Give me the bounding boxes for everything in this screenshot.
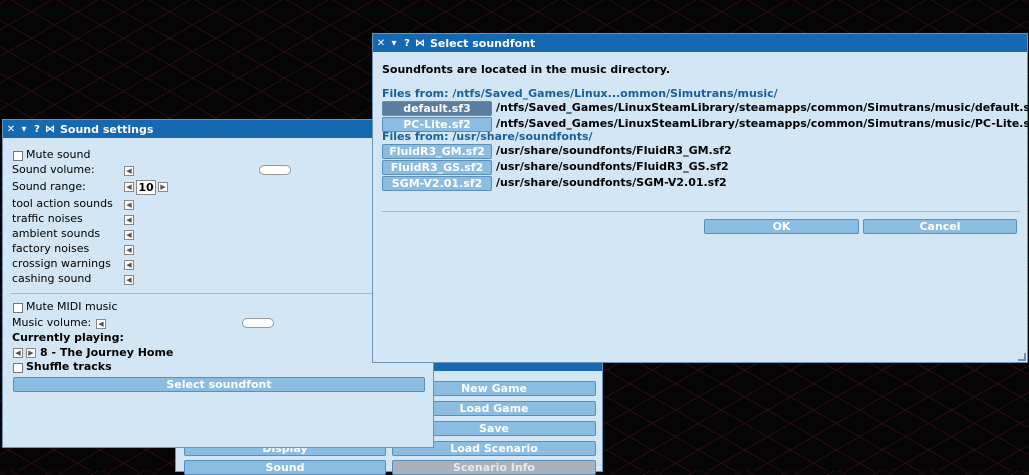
sound-volume-slider[interactable] xyxy=(259,165,291,175)
sound-button[interactable]: Sound xyxy=(184,460,386,475)
sound-range-decrease-icon[interactable]: ◀ xyxy=(124,182,134,192)
category-volume-icon[interactable]: ◀ xyxy=(124,230,134,240)
category-label: ambient sounds xyxy=(12,227,101,240)
minimize-icon[interactable]: ▾ xyxy=(388,36,400,50)
pin-icon[interactable]: ⋈ xyxy=(44,122,56,136)
help-icon[interactable]: ? xyxy=(31,122,43,136)
category-volume-icon[interactable]: ◀ xyxy=(124,245,134,255)
close-icon[interactable]: ✕ xyxy=(5,122,17,136)
sound-settings-window: ✕ ▾ ? ⋈ Sound settings Mute sound Sound … xyxy=(2,119,434,448)
category-label: crossign warnings xyxy=(12,257,111,270)
soundfont-path: /usr/share/soundfonts/FluidR3_GS.sf2 xyxy=(496,160,729,173)
category-label: tool action sounds xyxy=(12,197,113,210)
category-label: factory noises xyxy=(12,242,90,255)
sound-range-label: Sound range: xyxy=(12,180,86,193)
mute-midi-checkbox[interactable] xyxy=(13,303,23,313)
sound-volume-label: Sound volume: xyxy=(12,163,95,176)
window-title: Sound settings xyxy=(60,122,154,136)
currently-playing-label: Currently playing: xyxy=(12,331,124,344)
group-header: Files from: /ntfs/Saved_Games/Linux...om… xyxy=(382,87,778,100)
category-volume-icon[interactable]: ◀ xyxy=(124,260,134,270)
category-label: cashing sound xyxy=(12,272,92,285)
soundfont-path: /usr/share/soundfonts/SGM-V2.01.sf2 xyxy=(496,176,727,189)
soundfont-path: /ntfs/Saved_Games/LinuxSteamLibrary/stea… xyxy=(496,101,1029,114)
mute-sound-label: Mute sound xyxy=(26,148,91,161)
mute-midi-label: Mute MIDI music xyxy=(26,300,118,313)
ok-button[interactable]: OK xyxy=(704,219,859,234)
music-volume-slider[interactable] xyxy=(242,318,274,328)
soundfont-path: /ntfs/Saved_Games/LinuxSteamLibrary/stea… xyxy=(496,117,1029,130)
resize-grip-icon[interactable] xyxy=(1018,353,1026,361)
shuffle-label: Shuffle tracks xyxy=(26,360,112,373)
window-title: Select soundfont xyxy=(430,36,536,50)
pin-icon[interactable]: ⋈ xyxy=(414,36,426,50)
soundfont-button-default[interactable]: default.sf3 xyxy=(382,101,492,116)
sound-settings-titlebar[interactable]: ✕ ▾ ? ⋈ Sound settings xyxy=(3,120,433,138)
category-label: traffic noises xyxy=(12,212,83,225)
cancel-button[interactable]: Cancel xyxy=(863,219,1017,234)
previous-track-icon[interactable]: ◀ xyxy=(13,348,23,358)
sound-volume-decrease-icon[interactable]: ◀ xyxy=(124,166,134,176)
section-divider xyxy=(11,293,427,294)
select-soundfont-button[interactable]: Select soundfont xyxy=(13,377,425,392)
select-soundfont-titlebar[interactable]: ✕ ▾ ? ⋈ Select soundfont xyxy=(373,34,1027,52)
soundfont-button-sgm[interactable]: SGM-V2.01.sf2 xyxy=(382,176,492,191)
group-header: Files from: /usr/share/soundfonts/ xyxy=(382,130,593,143)
music-volume-label: Music volume: xyxy=(12,316,92,329)
category-volume-icon[interactable]: ◀ xyxy=(124,215,134,225)
info-text: Soundfonts are located in the music dire… xyxy=(382,63,671,76)
category-volume-icon[interactable]: ◀ xyxy=(124,275,134,285)
close-icon[interactable]: ✕ xyxy=(375,36,387,50)
track-title: 8 - The Journey Home xyxy=(40,346,174,359)
minimize-icon[interactable]: ▾ xyxy=(18,122,30,136)
scenario-info-button: Scenario Info xyxy=(392,460,596,475)
shuffle-checkbox[interactable] xyxy=(13,363,23,373)
sound-range-increase-icon[interactable]: ▶ xyxy=(158,182,168,192)
soundfont-button-fluidr3-gm[interactable]: FluidR3_GM.sf2 xyxy=(382,144,492,159)
music-volume-decrease-icon[interactable]: ◀ xyxy=(96,319,106,329)
mute-sound-checkbox[interactable] xyxy=(13,151,23,161)
help-icon[interactable]: ? xyxy=(401,36,413,50)
soundfont-path: /usr/share/soundfonts/FluidR3_GM.sf2 xyxy=(496,144,732,157)
category-volume-icon[interactable]: ◀ xyxy=(124,200,134,210)
dialog-divider xyxy=(382,211,1020,212)
next-track-icon[interactable]: ▶ xyxy=(26,348,36,358)
select-soundfont-window: ✕ ▾ ? ⋈ Select soundfont Soundfonts are … xyxy=(372,33,1029,363)
sound-range-value[interactable]: 10 xyxy=(136,180,156,195)
soundfont-button-fluidr3-gs[interactable]: FluidR3_GS.sf2 xyxy=(382,160,492,175)
